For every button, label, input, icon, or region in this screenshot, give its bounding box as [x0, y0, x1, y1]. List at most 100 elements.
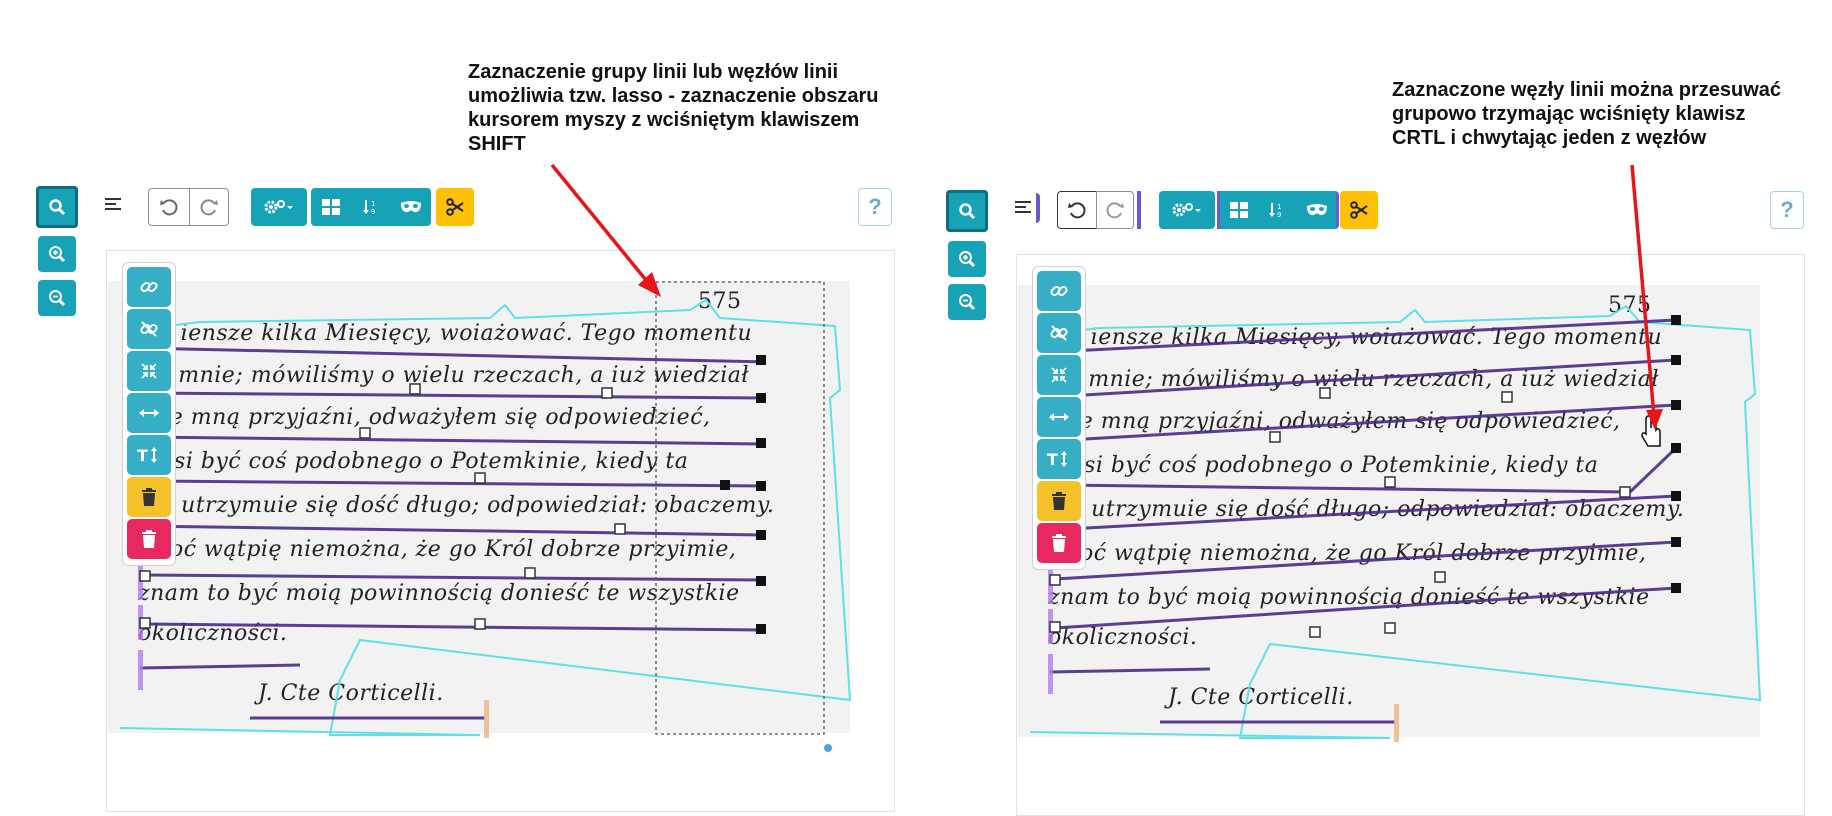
undo-button-right[interactable] [1057, 191, 1097, 229]
svg-text:T: T [1047, 450, 1058, 468]
delete-button[interactable] [127, 477, 171, 517]
hw-line-4: musi być coś podobnego o Potemkinie, kie… [138, 449, 689, 474]
hw-line-8: okoliczności. [138, 621, 288, 646]
text-height-icon: T [1047, 450, 1071, 468]
align-left-button[interactable] [100, 190, 128, 220]
left-line-tools: T [122, 262, 176, 566]
trash-icon [141, 488, 157, 506]
hw-line-1: niat iensze kilka Miesięcy, woiażować. T… [128, 321, 753, 346]
right-line-tools: T [1032, 266, 1086, 570]
zoom-out-button-right[interactable] [948, 284, 986, 320]
right-document-image: niat iensze kilka Miesięcy, woiażować. T… [1018, 285, 1760, 737]
compress-icon [1050, 366, 1068, 384]
redo-button[interactable] [189, 188, 229, 226]
undo-icon [1067, 200, 1087, 220]
left-annotation-line-4: SHIFT [468, 133, 526, 155]
right-annotation-line-2: grupowo trzymając wciśnięty klawisz [1392, 103, 1746, 125]
search-icon [958, 202, 976, 220]
redo-button-right[interactable] [1096, 191, 1134, 229]
settings-button[interactable] [251, 188, 307, 226]
help-label: ? [868, 194, 882, 219]
zoom-out-icon [48, 289, 66, 307]
right-panel: Zaznaczone węzły linii można przesuwać g… [930, 0, 1830, 816]
hw-line-2: ył u mnie; mówiliśmy o wielu rzeczach, a… [1038, 367, 1660, 392]
sort-icon: 19 [362, 198, 380, 216]
layout-button[interactable] [311, 188, 351, 226]
sort-button[interactable]: 19 [351, 188, 391, 226]
right-annotation-line-3: CRTL i chwytając jeden z węzłów [1392, 127, 1707, 149]
scissors-icon [1350, 201, 1368, 219]
unlink-icon [1050, 324, 1068, 342]
svg-text:1: 1 [371, 200, 375, 208]
delete-all-button[interactable] [1037, 523, 1081, 563]
link-button[interactable] [1037, 271, 1081, 311]
left-panel: Zaznaczenie grupy linii lub węzłów linii… [0, 0, 900, 812]
page-number: 575 [1608, 293, 1652, 318]
left-document-image: niat iensze kilka Miesięcy, woiażować. T… [108, 281, 850, 733]
hw-line-9: J. Cte Corticelli. [1168, 685, 1354, 710]
settings-button-right[interactable] [1159, 191, 1215, 229]
layout-icon [1229, 202, 1248, 218]
svg-text:T: T [137, 446, 148, 464]
hw-line-1: niat iensze kilka Miesięcy, woiażować. T… [1038, 325, 1663, 350]
left-annotation-line-3: kursorem myszy z wciśniętym klawiszem [468, 109, 860, 131]
compress-button[interactable] [1037, 355, 1081, 395]
link-icon [140, 278, 158, 296]
right-annotation: Zaznaczone węzły linii można przesuwać g… [1392, 78, 1781, 150]
unlink-button[interactable] [127, 309, 171, 349]
redo-icon [199, 197, 219, 217]
trash-icon [1051, 492, 1067, 510]
right-annotation-line-1: Zaznaczone węzły linii można przesuwać [1392, 79, 1781, 101]
text-height-icon: T [137, 446, 161, 464]
mask-icon [400, 200, 422, 214]
help-label: ? [1780, 197, 1794, 222]
arrows-horizontal-icon [1049, 411, 1069, 423]
help-button[interactable]: ? [858, 188, 892, 226]
scissors-button[interactable] [436, 188, 474, 226]
arrows-horizontal-button[interactable] [1037, 397, 1081, 437]
search-button-right[interactable] [946, 190, 988, 232]
compress-button[interactable] [127, 351, 171, 391]
scissors-button-right[interactable] [1340, 191, 1378, 229]
hw-line-5: ieść utrzymuie się dość długo; odpowiedz… [128, 493, 775, 518]
svg-text:9: 9 [1277, 211, 1281, 219]
undo-button[interactable] [148, 188, 190, 226]
text-height-button[interactable]: T [1037, 439, 1081, 479]
hw-line-7: znam to być moią powinnością donieść te … [138, 581, 740, 606]
toolbar-divider [1137, 191, 1141, 229]
left-annotation: Zaznaczenie grupy linii lub węzłów linii… [468, 60, 878, 156]
hw-line-4: musi być coś podobnego o Potemkinie, kie… [1048, 453, 1599, 478]
mask-icon [1306, 203, 1328, 217]
hw-line-7: znam to być moią powinnością donieść te … [1048, 585, 1650, 610]
text-height-button[interactable]: T [127, 435, 171, 475]
hw-line-8: okoliczności. [1048, 625, 1198, 650]
align-left-button-right[interactable] [1012, 193, 1040, 223]
redo-icon [1105, 200, 1125, 220]
zoom-in-button-right[interactable] [948, 241, 986, 277]
search-icon [48, 198, 66, 216]
align-left-icon [1015, 200, 1033, 216]
arrows-horizontal-button[interactable] [127, 393, 171, 433]
mask-button-right[interactable] [1297, 191, 1339, 229]
search-button[interactable] [36, 186, 78, 228]
mask-button[interactable] [391, 188, 431, 226]
hw-line-2: ył u mnie; mówiliśmy o wielu rzeczach, a… [128, 363, 750, 388]
unlink-button[interactable] [1037, 313, 1081, 353]
right-canvas[interactable]: niat iensze kilka Miesięcy, woiażować. T… [1016, 254, 1805, 816]
delete-all-button[interactable] [127, 519, 171, 559]
svg-text:1: 1 [1277, 203, 1281, 211]
arrows-horizontal-icon [139, 407, 159, 419]
sort-button-right[interactable]: 19 [1257, 191, 1297, 229]
sort-icon: 19 [1268, 201, 1286, 219]
zoom-in-button[interactable] [38, 236, 76, 272]
zoom-out-button[interactable] [38, 280, 76, 316]
layout-button-right[interactable] [1217, 191, 1257, 229]
left-canvas[interactable]: niat iensze kilka Miesięcy, woiażować. T… [106, 250, 895, 812]
zoom-out-icon [958, 293, 976, 311]
help-button-right[interactable]: ? [1770, 191, 1804, 229]
page-number: 575 [698, 289, 742, 314]
trash-all-icon [141, 530, 157, 548]
undo-icon [159, 197, 179, 217]
delete-button[interactable] [1037, 481, 1081, 521]
link-button[interactable] [127, 267, 171, 307]
